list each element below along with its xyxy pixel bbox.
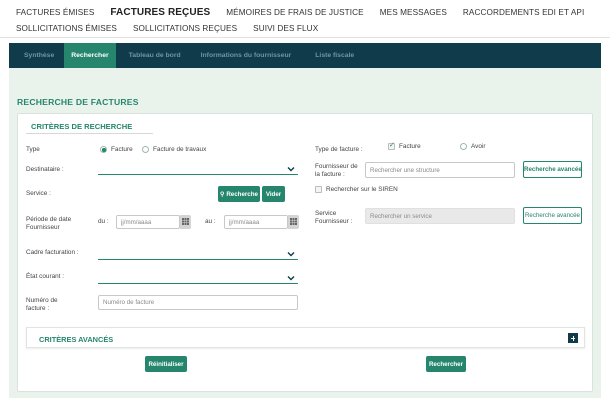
fournisseur-search-input[interactable] bbox=[365, 162, 515, 178]
destinataire-select[interactable] bbox=[98, 163, 298, 175]
radio-unselected-icon bbox=[460, 143, 467, 150]
top-navigation: Factures émises Factures reçues Mémoires… bbox=[0, 0, 610, 38]
cadre-facturation-select[interactable] bbox=[98, 248, 298, 260]
service-fournisseur-label: Service Fournisseur : bbox=[315, 210, 353, 225]
checkbox-label: Facture bbox=[399, 143, 421, 150]
tab-bar: Synthèse Rechercher Tableau de bord Info… bbox=[9, 43, 601, 68]
tab-synthese[interactable]: Synthèse bbox=[9, 43, 64, 68]
etat-courant-select[interactable] bbox=[98, 272, 298, 284]
checkbox-type-avoir[interactable]: Avoir bbox=[460, 143, 485, 150]
nav-suivi-des-flux[interactable]: Suivi des flux bbox=[237, 24, 318, 33]
service-clear-button[interactable]: Vider bbox=[262, 186, 285, 202]
date-to-input[interactable] bbox=[224, 215, 288, 229]
numero-facture-input[interactable] bbox=[98, 295, 298, 310]
plus-icon[interactable] bbox=[568, 333, 578, 343]
etat-courant-label: État courant : bbox=[26, 273, 65, 280]
radio-selected-icon bbox=[100, 146, 107, 153]
checkbox-label: Rechercher sur le SIREN bbox=[326, 186, 398, 193]
au-label: au : bbox=[205, 218, 216, 225]
numero-facture-label: Numéro de facture : bbox=[26, 297, 58, 312]
radio-type-facture-travaux[interactable]: Facture de travaux bbox=[142, 146, 206, 153]
service-search-label: Recherche bbox=[226, 190, 258, 198]
checkbox-icon bbox=[315, 186, 322, 193]
tab-informations-fournisseur[interactable]: Informations du fournisseur bbox=[191, 43, 302, 68]
calendar-icon[interactable] bbox=[180, 215, 191, 229]
calendar-icon[interactable] bbox=[288, 215, 299, 229]
radio-type-facture[interactable]: Facture bbox=[100, 146, 133, 153]
recherche-avancee-fournisseur-button[interactable]: Recherche avancée bbox=[523, 161, 582, 178]
top-nav-row-2: Sollicitations émises Sollicitations reç… bbox=[0, 20, 318, 36]
advanced-criteria-title: Critères avancés bbox=[39, 335, 114, 344]
fournisseur-facture-label: Fournisseur de la facture : bbox=[315, 163, 358, 178]
type-facture-label: Type de facture : bbox=[315, 146, 363, 153]
checkbox-label: Avoir bbox=[471, 143, 486, 150]
tab-rechercher[interactable]: Rechercher bbox=[64, 43, 116, 68]
advanced-criteria-panel[interactable]: Critères avancés bbox=[26, 327, 585, 348]
recherche-avancee-service-button[interactable]: Recherche avancée bbox=[523, 207, 582, 224]
nav-sollicitations-emises[interactable]: Sollicitations émises bbox=[0, 24, 117, 33]
nav-memoires-frais-justice[interactable]: Mémoires de frais de justice bbox=[210, 8, 363, 17]
reset-button[interactable]: Réinitialiser bbox=[145, 356, 187, 372]
checkbox-type-facture[interactable]: Facture bbox=[388, 141, 421, 150]
service-fournisseur-input[interactable] bbox=[365, 208, 515, 224]
date-from-input[interactable] bbox=[116, 215, 180, 229]
service-search-button[interactable]: ⚲ Recherche bbox=[218, 186, 260, 202]
nav-sollicitations-recues[interactable]: Sollicitations reçues bbox=[117, 24, 237, 33]
search-button[interactable]: Rechercher bbox=[426, 356, 466, 372]
radio-label: Facture bbox=[111, 146, 133, 153]
service-label: Service : bbox=[26, 190, 51, 197]
divider bbox=[26, 133, 153, 134]
du-label: du : bbox=[98, 218, 109, 225]
page-title: Recherche de factures bbox=[17, 97, 139, 107]
cadre-facturation-label: Cadre facturation : bbox=[26, 249, 79, 256]
criteria-title: Critères de recherche bbox=[31, 122, 133, 131]
nav-raccordements-edi-api[interactable]: Raccordements EDI et API bbox=[447, 8, 584, 17]
tab-tableau-de-bord[interactable]: Tableau de bord bbox=[116, 43, 191, 68]
chevron-down-icon bbox=[287, 276, 295, 281]
tab-liste-fiscale[interactable]: Liste fiscale bbox=[301, 43, 364, 68]
search-icon: ⚲ bbox=[220, 190, 225, 198]
radio-label: Facture de travaux bbox=[153, 146, 207, 153]
chevron-down-icon bbox=[287, 252, 295, 257]
nav-factures-emises[interactable]: Factures émises bbox=[0, 8, 94, 17]
nav-mes-messages[interactable]: Mes messages bbox=[364, 8, 447, 17]
radio-unselected-icon bbox=[142, 146, 149, 153]
destinataire-label: Destinataire : bbox=[26, 166, 64, 173]
nav-factures-recues[interactable]: Factures reçues bbox=[94, 7, 210, 18]
checkbox-siren[interactable]: Rechercher sur le SIREN bbox=[315, 186, 398, 193]
top-nav-row-1: Factures émises Factures reçues Mémoires… bbox=[0, 4, 584, 20]
periode-label: Période de date Fournisseur bbox=[26, 216, 72, 231]
chevron-down-icon bbox=[287, 167, 295, 172]
checkmark-icon bbox=[388, 141, 395, 150]
search-criteria-card: Critères de recherche Type Facture Factu… bbox=[17, 113, 593, 392]
type-label: Type bbox=[26, 146, 40, 153]
